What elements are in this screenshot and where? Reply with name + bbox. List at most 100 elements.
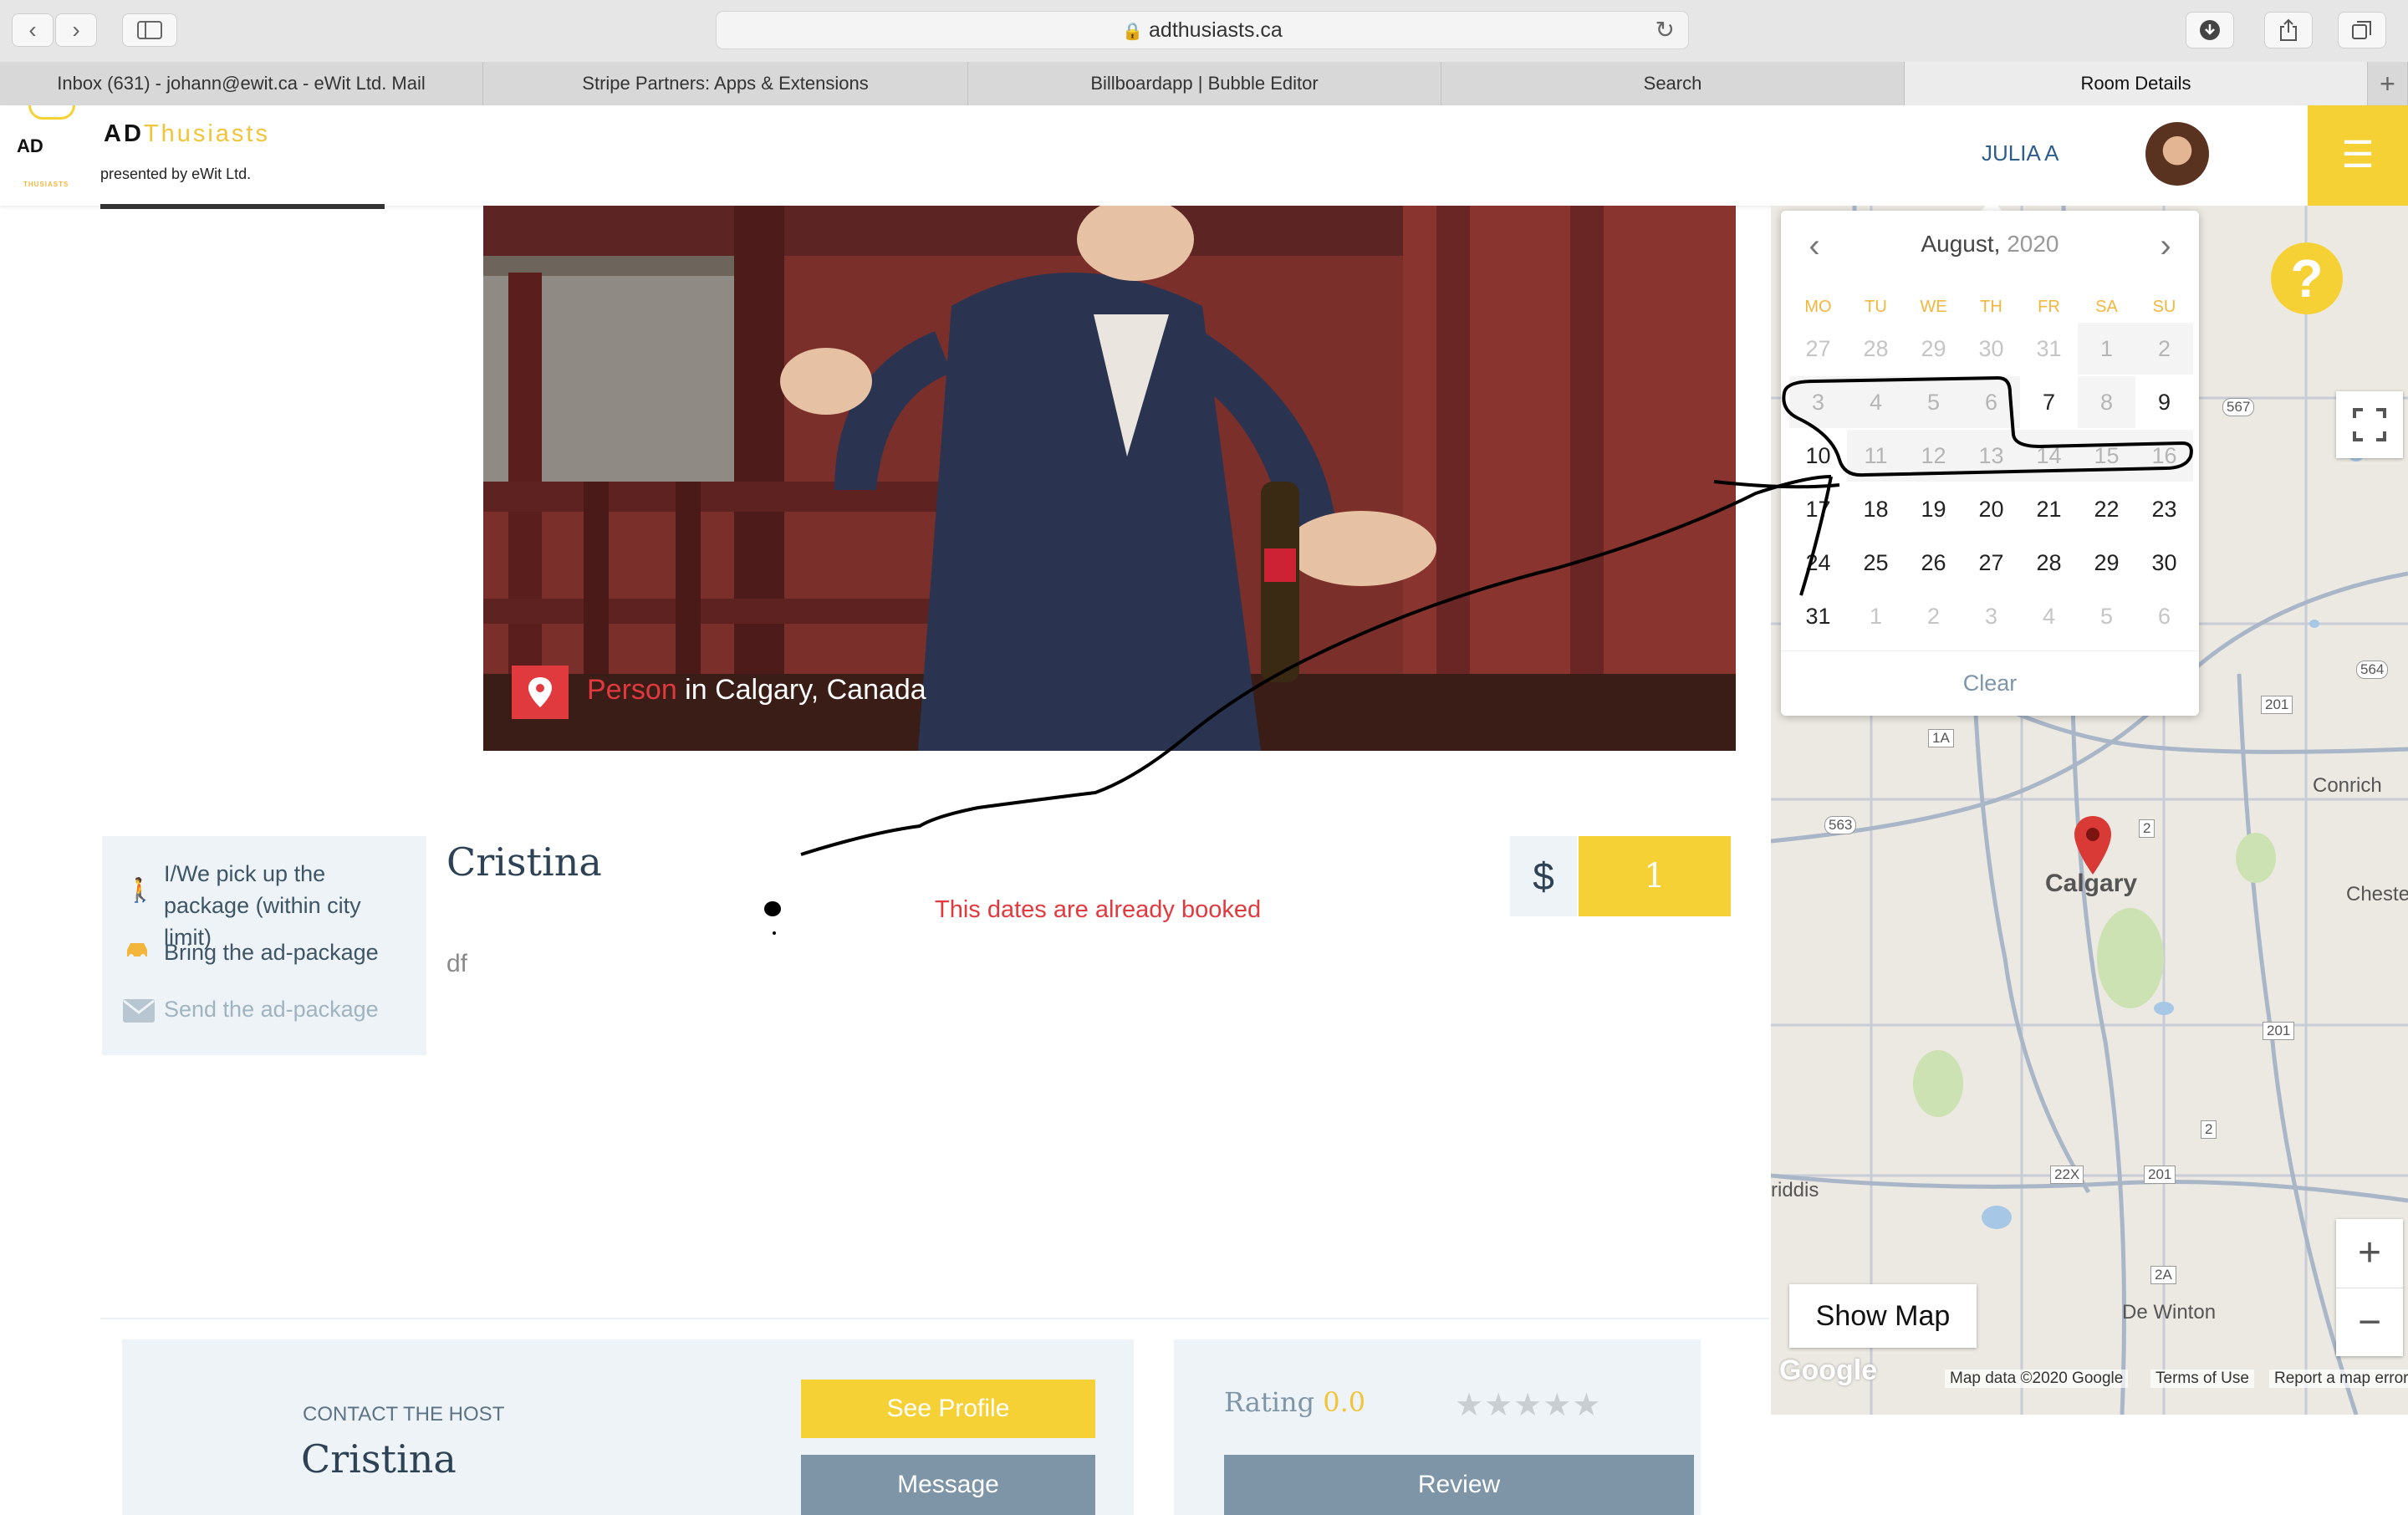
- location-badge: [512, 666, 569, 719]
- shield-564: 564: [2356, 661, 2389, 679]
- help-icon[interactable]: ?: [2271, 242, 2343, 314]
- calendar-day[interactable]: 19: [1905, 483, 1962, 535]
- shield-2-a: 2: [2139, 819, 2155, 838]
- tab-bar: Inbox (631) - johann@ewit.ca - eWit Ltd.…: [0, 62, 2408, 106]
- calendar-clear-button[interactable]: Clear: [1781, 671, 2199, 696]
- user-name[interactable]: JULIA A: [1982, 140, 2059, 166]
- calendar-day[interactable]: 9: [2135, 376, 2193, 428]
- map-pin-icon: [528, 677, 552, 707]
- new-tab-button[interactable]: +: [2368, 62, 2408, 105]
- terms-link[interactable]: Terms of Use: [2150, 1370, 2254, 1388]
- tabs-icon: [2352, 21, 2371, 39]
- calendar-day: 6: [2157, 604, 2171, 629]
- user-avatar[interactable]: [2145, 122, 2209, 186]
- tab-overview-button[interactable]: [2338, 12, 2386, 48]
- calendar-day[interactable]: 29: [2078, 537, 2135, 589]
- google-logo: Google: [1779, 1354, 1878, 1386]
- calendar-day[interactable]: 23: [2135, 483, 2193, 535]
- rating-stars[interactable]: ★★★★★: [1455, 1386, 1601, 1424]
- price-field[interactable]: 1: [1579, 836, 1731, 916]
- message-button[interactable]: Message: [801, 1455, 1095, 1515]
- address-bar[interactable]: 🔒 adthusiasts.ca ↻: [716, 11, 1689, 49]
- tab-stripe[interactable]: Stripe Partners: Apps & Extensions: [483, 62, 968, 105]
- calendar-day[interactable]: 31: [1789, 590, 1847, 642]
- forward-button[interactable]: ›: [55, 13, 97, 47]
- calendar-day: 5: [1905, 376, 1962, 428]
- currency-label: $: [1510, 836, 1577, 916]
- reload-icon[interactable]: ↻: [1656, 12, 1675, 48]
- envelope-icon: [122, 998, 156, 1028]
- car-icon: [124, 940, 150, 959]
- see-profile-button[interactable]: See Profile: [801, 1380, 1095, 1438]
- sidebar-toggle-button[interactable]: [122, 13, 177, 47]
- rating-label: Rating 0.0: [1224, 1386, 1365, 1418]
- star-icon[interactable]: ★: [1543, 1388, 1572, 1423]
- next-month-button[interactable]: ›: [2149, 227, 2182, 265]
- tab-bubble[interactable]: Billboardapp | Bubble Editor: [968, 62, 1441, 105]
- sidebar-icon: [137, 21, 162, 39]
- fullscreen-button[interactable]: [2336, 391, 2403, 458]
- logo-arc: [28, 105, 75, 120]
- calendar-day: 8: [2078, 376, 2135, 428]
- menu-button[interactable]: ☰: [2308, 105, 2408, 206]
- delivery-options-panel: 🚶 I/We pick up the package (within city …: [102, 836, 426, 1055]
- review-button[interactable]: Review: [1224, 1455, 1694, 1515]
- logo[interactable]: AD THUSIASTS: [0, 105, 99, 206]
- lock-icon: 🔒: [1122, 23, 1144, 41]
- annotation-dot-small: [773, 931, 776, 935]
- shield-567: 567: [2222, 398, 2255, 416]
- calendar-day: 6: [1962, 376, 2020, 428]
- zoom-in-button[interactable]: +: [2336, 1219, 2403, 1288]
- calendar-day[interactable]: 21: [2020, 483, 2078, 535]
- option-bring[interactable]: Bring the ad-package: [164, 936, 379, 968]
- booked-warning: This dates are already booked: [935, 896, 1262, 923]
- map-marker-icon[interactable]: [2072, 814, 2114, 880]
- zoom-out-button[interactable]: −: [2336, 1288, 2403, 1357]
- star-icon[interactable]: ★: [1455, 1388, 1484, 1423]
- share-button[interactable]: [2264, 12, 2313, 48]
- tab-search[interactable]: Search: [1441, 62, 1905, 105]
- calendar-day: 15: [2078, 430, 2135, 482]
- walking-person-icon: 🚶: [125, 877, 155, 903]
- star-icon[interactable]: ★: [1484, 1388, 1513, 1423]
- listing-location: in Calgary, Canada: [676, 674, 926, 706]
- contact-heading: CONTACT THE HOST: [303, 1403, 505, 1426]
- calendar-day[interactable]: 7: [2020, 376, 2078, 428]
- map-label-chestermere: Chesterm: [2346, 883, 2408, 905]
- tab-inbox[interactable]: Inbox (631) - johann@ewit.ca - eWit Ltd.…: [0, 62, 483, 105]
- calendar-day[interactable]: 18: [1847, 483, 1905, 535]
- calendar-day: 16: [2135, 430, 2193, 482]
- calendar-day[interactable]: 17: [1789, 483, 1847, 535]
- star-icon[interactable]: ★: [1513, 1388, 1543, 1423]
- shield-1a: 1A: [1928, 729, 1954, 747]
- logo-mark: AD: [17, 135, 43, 156]
- calendar-day[interactable]: 22: [2078, 483, 2135, 535]
- calendar-day: 29: [1921, 336, 1946, 361]
- calendar-day[interactable]: 20: [1962, 483, 2020, 535]
- calendar-pointer: [1982, 197, 2002, 211]
- map-label-priddis: riddis: [1771, 1179, 1819, 1201]
- back-button[interactable]: ‹: [12, 13, 54, 47]
- calendar-day[interactable]: 10: [1789, 430, 1847, 482]
- calendar-day[interactable]: 27: [1962, 537, 2020, 589]
- weekday-label: SA: [2095, 298, 2118, 316]
- tab-room-details[interactable]: Room Details: [1905, 62, 2368, 105]
- brand-name[interactable]: ADThusiasts: [104, 120, 270, 148]
- calendar-day[interactable]: 25: [1847, 537, 1905, 589]
- calendar-year: 2020: [2007, 231, 2059, 257]
- calendar-day[interactable]: 28: [2020, 537, 2078, 589]
- annotation-dot: [764, 901, 781, 916]
- photo-illustration: [483, 206, 1736, 751]
- report-map-error-link[interactable]: Report a map error: [2269, 1370, 2408, 1388]
- calendar-day[interactable]: 26: [1905, 537, 1962, 589]
- calendar-day[interactable]: 24: [1789, 537, 1847, 589]
- url-text: adthusiasts.ca: [1149, 18, 1283, 42]
- calendar-day[interactable]: 30: [2135, 537, 2193, 589]
- calendar-day: 28: [1863, 336, 1889, 361]
- star-icon[interactable]: ★: [1572, 1388, 1601, 1423]
- shield-201-b: 201: [2263, 1022, 2295, 1040]
- option-send[interactable]: Send the ad-package: [164, 993, 379, 1025]
- show-map-button[interactable]: Show Map: [1789, 1284, 1977, 1348]
- shield-563: 563: [1824, 816, 1857, 834]
- downloads-button[interactable]: [2186, 12, 2234, 48]
